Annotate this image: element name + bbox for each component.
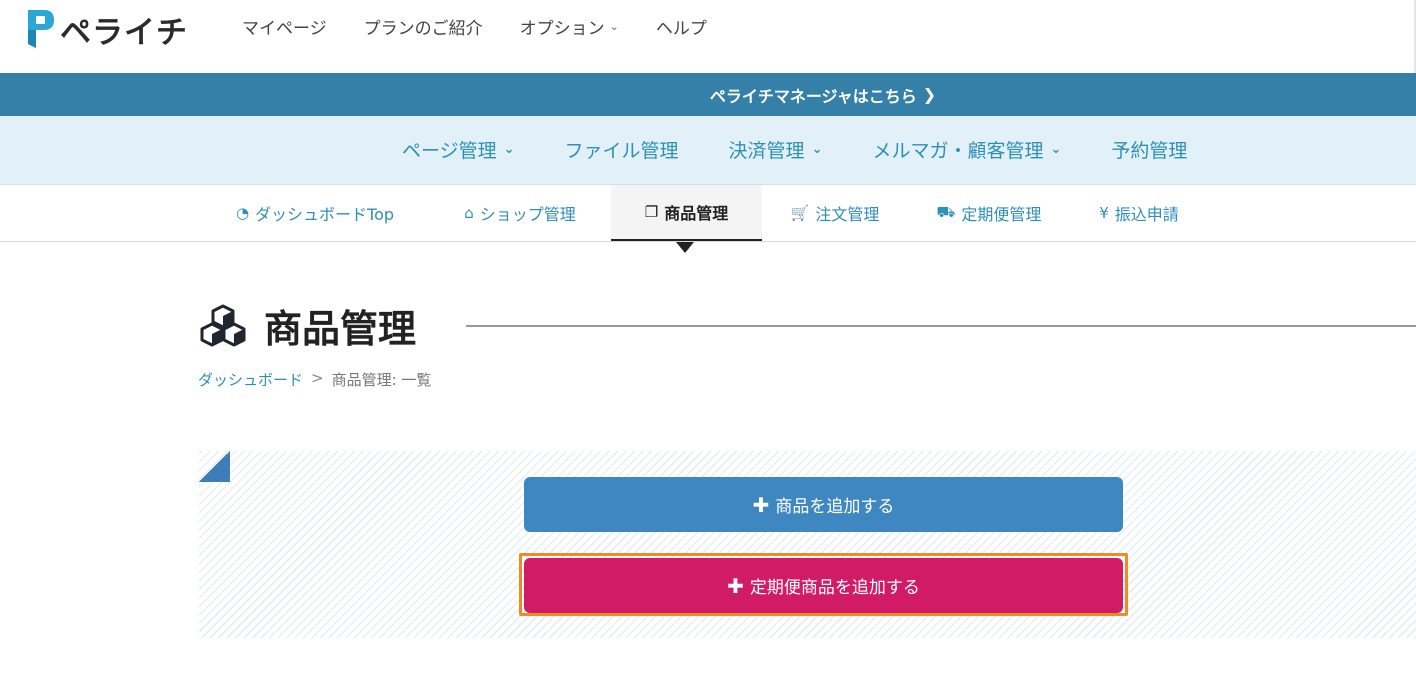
main-nav-newsletter[interactable]: メルマガ・顧客管理 ⌄ xyxy=(872,136,1061,163)
home-icon: ⌂ xyxy=(464,204,474,222)
dashboard-icon: ◔ xyxy=(235,204,250,222)
top-header: ペライチ マイページ プランのご紹介 オプション ⌄ ヘルプ xyxy=(0,0,1416,73)
title-divider xyxy=(466,325,1416,327)
perai-logo-icon xyxy=(28,10,54,48)
breadcrumb-dashboard-link[interactable]: ダッシュボード xyxy=(198,369,303,390)
chevron-down-icon: ⌄ xyxy=(1050,142,1062,157)
top-nav-mypage[interactable]: マイページ xyxy=(242,14,327,39)
yen-icon: ¥ xyxy=(1099,204,1109,222)
manager-banner: ペライチマネージャはこちら ❯ xyxy=(0,73,1416,116)
logo-text: ペライチ xyxy=(60,14,188,51)
main-nav-pages[interactable]: ページ管理 ⌄ xyxy=(402,136,515,163)
chevron-right-icon: ❯ xyxy=(922,85,937,104)
plus-icon: ✚ xyxy=(727,573,744,598)
top-nav: マイページ プランのご紹介 オプション ⌄ ヘルプ xyxy=(242,14,744,39)
logo[interactable]: ペライチ xyxy=(22,6,188,52)
add-product-button[interactable]: ✚ 商品を追加する xyxy=(524,477,1123,532)
panel-corner-accent xyxy=(199,451,230,482)
cubes-icon xyxy=(200,304,246,346)
cubes-icon: ❐ xyxy=(644,203,659,221)
top-nav-plans[interactable]: プランのご紹介 xyxy=(364,14,483,39)
page-title: 商品管理 xyxy=(264,307,417,351)
sub-nav-products[interactable]: ❐ 商品管理 xyxy=(611,185,762,241)
chevron-down-icon: ⌄ xyxy=(609,20,619,33)
sub-nav: ◔ ダッシュボードTop ⌂ ショップ管理 ❐ 商品管理 🛒 注文管理 ⛟ 定期便管理 ¥… xyxy=(0,185,1416,242)
main-nav: ページ管理 ⌄ ファイル管理 決済管理 ⌄ メルマガ・顧客管理 ⌄ 予約管理 xyxy=(0,116,1416,185)
sub-nav-dashboard[interactable]: ◔ ダッシュボードTop xyxy=(210,185,420,241)
active-tab-pointer xyxy=(676,242,694,253)
breadcrumb-separator: > xyxy=(311,369,324,387)
sub-nav-subscriptions[interactable]: ⛟ 定期便管理 xyxy=(918,185,1060,241)
sub-nav-transfer[interactable]: ¥ 振込申請 xyxy=(1083,185,1195,241)
chevron-down-icon: ⌄ xyxy=(811,142,823,157)
breadcrumb: ダッシュボード > 商品管理: 一覧 xyxy=(198,369,431,390)
sub-nav-orders[interactable]: 🛒 注文管理 xyxy=(775,185,895,241)
plus-icon: ✚ xyxy=(752,492,770,517)
sub-nav-shop[interactable]: ⌂ ショップ管理 xyxy=(440,185,600,241)
top-nav-options[interactable]: オプション ⌄ xyxy=(520,14,619,39)
breadcrumb-current: 商品管理: 一覧 xyxy=(331,371,432,389)
main-nav-payments[interactable]: 決済管理 ⌄ xyxy=(729,136,823,163)
truck-icon: ⛟ xyxy=(936,203,956,221)
top-nav-help[interactable]: ヘルプ xyxy=(656,14,707,39)
cart-icon: 🛒 xyxy=(790,204,810,222)
main-nav-files[interactable]: ファイル管理 xyxy=(565,136,679,163)
main-nav-reservations[interactable]: 予約管理 xyxy=(1111,136,1187,163)
page-header: 商品管理 xyxy=(198,298,416,353)
chevron-down-icon: ⌄ xyxy=(503,142,515,157)
manager-link[interactable]: ペライチマネージャはこちら ❯ xyxy=(710,83,936,107)
add-subscription-product-button[interactable]: ✚ 定期便商品を追加する xyxy=(524,558,1123,613)
